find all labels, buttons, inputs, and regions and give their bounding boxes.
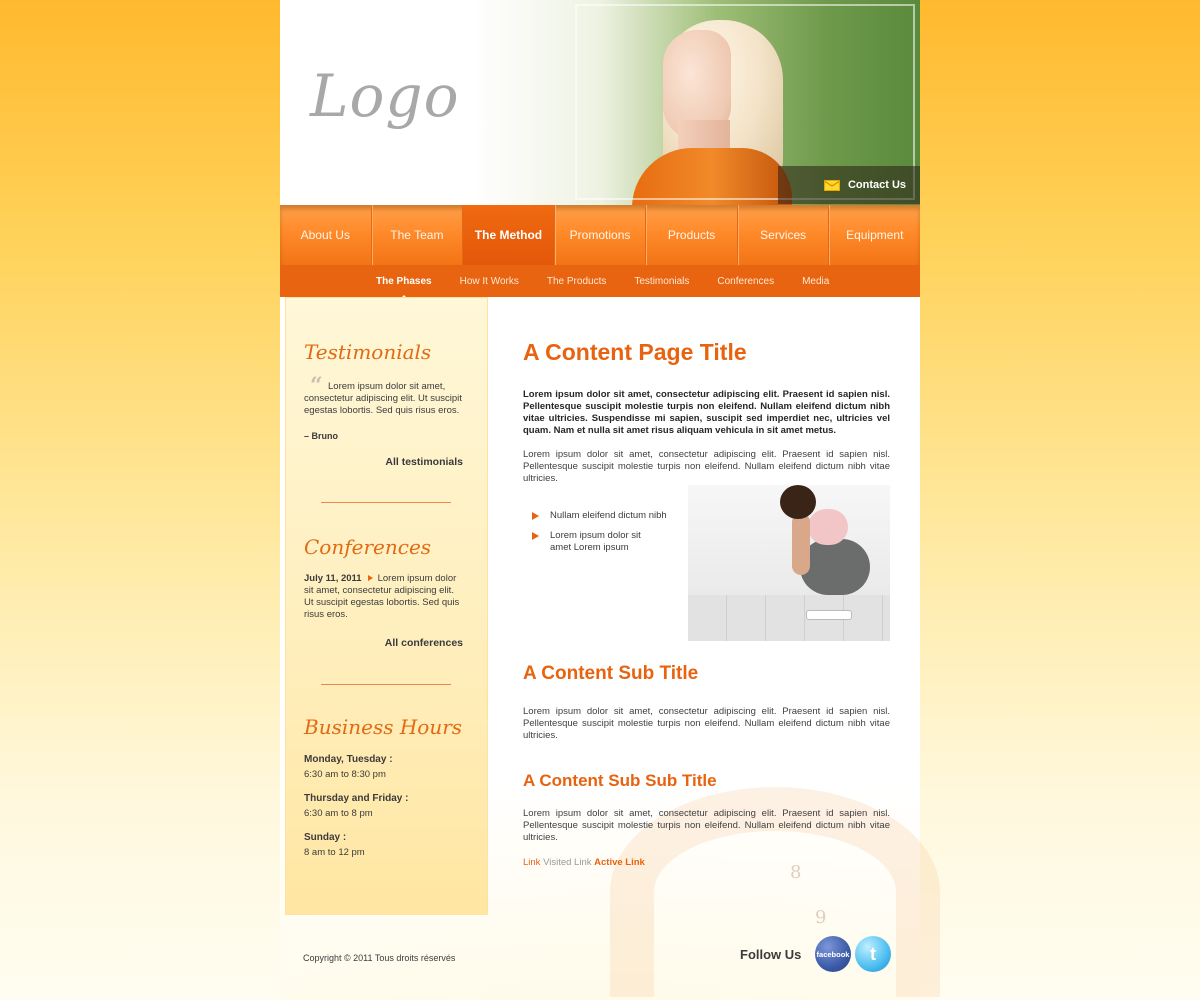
page: Logo Contact Us About Us The Team The Me… <box>280 0 940 1000</box>
subnav-item-conferences[interactable]: Conferences <box>717 276 774 287</box>
background-right <box>920 0 1200 1000</box>
contact-us-label: Contact Us <box>847 179 906 191</box>
divider <box>321 684 451 685</box>
subnav-item-the-phases[interactable]: The Phases <box>376 276 432 301</box>
intro-bold-paragraph: Lorem ipsum dolor sit amet, consectetur … <box>523 389 890 436</box>
photo-figure <box>800 539 870 595</box>
tape-number: 8 <box>790 862 802 883</box>
background-left <box>0 0 280 1000</box>
subnav-item-media[interactable]: Media <box>802 276 829 287</box>
list-item-text: Lorem ipsum dolor sit amet Lorem ipsum <box>550 530 641 553</box>
nav-item-equipment[interactable]: Equipment <box>829 205 920 265</box>
copyright: Copyright © 2011 Tous droits réservés <box>303 953 456 963</box>
sub-nav: The Phases How It Works The Products Tes… <box>280 265 920 301</box>
nav-item-about-us[interactable]: About Us <box>280 205 372 265</box>
list-item-text: Nullam eleifend dictum nibh <box>550 510 667 521</box>
subnav-item-the-products[interactable]: The Products <box>547 276 606 287</box>
photo-floor <box>688 595 890 641</box>
testimonials-heading: Testimonials <box>304 340 432 364</box>
content-subsubtitle: A Content Sub Sub Title <box>523 771 717 790</box>
testimonial-author: – Bruno <box>304 431 339 441</box>
all-conferences-link[interactable]: All conferences <box>385 637 463 649</box>
hours-days: Sunday : <box>304 832 347 843</box>
subnav-item-how-it-works[interactable]: How It Works <box>460 276 519 287</box>
photo-scale <box>806 610 852 620</box>
nav-item-promotions[interactable]: Promotions <box>555 205 647 265</box>
hours-days: Thursday and Friday : <box>304 793 409 804</box>
conferences-heading: Conferences <box>304 535 432 559</box>
nav-item-the-method[interactable]: The Method <box>463 205 555 265</box>
hours-time: 8 am to 12 pm <box>304 847 365 858</box>
arrow-right-icon <box>532 532 539 540</box>
testimonial-text: Lorem ipsum dolor sit amet, consectetur … <box>304 381 462 416</box>
sample-active-link[interactable]: Active Link <box>594 857 645 868</box>
logo[interactable]: Logo <box>310 62 459 130</box>
hours-time: 6:30 am to 8 pm <box>304 808 373 819</box>
sample-visited-link[interactable]: Visited Link <box>543 857 591 868</box>
arrow-right-icon <box>532 512 539 520</box>
nav-item-services[interactable]: Services <box>738 205 830 265</box>
sample-link[interactable]: Link <box>523 857 540 868</box>
list-item: Nullam eleifend dictum nibh <box>532 510 692 522</box>
nav-item-products[interactable]: Products <box>646 205 738 265</box>
subnav-item-testimonials[interactable]: Testimonials <box>634 276 689 287</box>
hours-days: Monday, Tuesday : <box>304 754 393 765</box>
content-area: 8 9 Testimonials “ Lorem ipsum dolor sit… <box>280 297 940 1000</box>
photo-figure <box>780 485 816 519</box>
sidebar: Testimonials “ Lorem ipsum dolor sit ame… <box>285 297 488 915</box>
envelope-icon <box>823 179 840 191</box>
intro-paragraph: Lorem ipsum dolor sit amet, consectetur … <box>523 449 890 484</box>
bullet-list: Nullam eleifend dictum nibh Lorem ipsum … <box>532 510 692 562</box>
page-title: A Content Page Title <box>523 339 747 365</box>
header-banner: Logo Contact Us <box>280 0 920 205</box>
divider <box>321 502 451 503</box>
tape-number: 9 <box>815 907 827 928</box>
conference-entry: July 11, 2011 Lorem ipsum dolor sit amet,… <box>304 573 466 621</box>
photo-figure <box>792 513 810 575</box>
subsubtitle-paragraph: Lorem ipsum dolor sit amet, consectetur … <box>523 808 890 843</box>
business-hours-heading: Business Hours <box>304 715 463 739</box>
main-nav: About Us The Team The Method Promotions … <box>280 205 920 265</box>
all-testimonials-link[interactable]: All testimonials <box>385 456 463 468</box>
facebook-icon[interactable]: facebook <box>815 936 851 972</box>
arrow-right-icon <box>367 575 373 581</box>
content-subtitle: A Content Sub Title <box>523 663 699 684</box>
content-photo <box>688 485 890 641</box>
photo-figure <box>808 509 848 545</box>
subtitle-paragraph: Lorem ipsum dolor sit amet, consectetur … <box>523 706 890 741</box>
twitter-icon[interactable]: t <box>855 936 891 972</box>
nav-item-the-team[interactable]: The Team <box>372 205 464 265</box>
follow-us-label: Follow Us <box>740 947 802 962</box>
contact-us-link[interactable]: Contact Us <box>778 166 920 204</box>
conference-date: July 11, 2011 <box>304 573 362 584</box>
link-samples: Link Visited Link Active Link <box>523 857 645 868</box>
hours-time: 6:30 am to 8:30 pm <box>304 769 386 780</box>
list-item: Lorem ipsum dolor sit amet Lorem ipsum <box>532 530 662 554</box>
